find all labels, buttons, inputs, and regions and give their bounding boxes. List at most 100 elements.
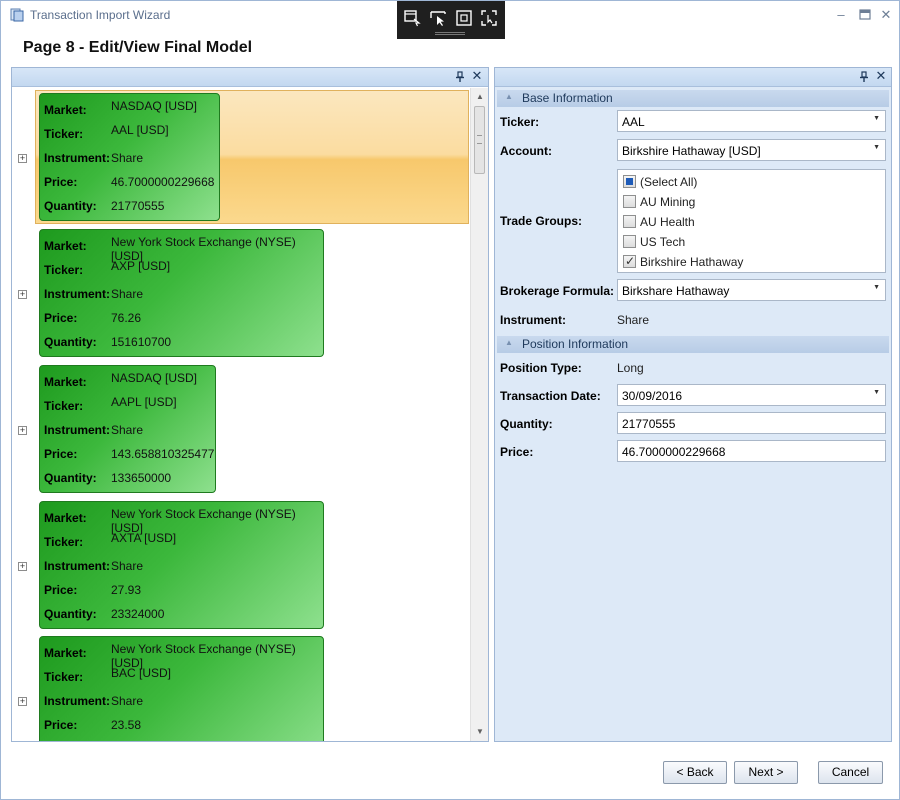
market-value: NASDAQ [USD] [111, 99, 198, 113]
quantity-value: 23324000 [111, 607, 165, 621]
list-scrollbar[interactable]: ▲ ▼ [470, 88, 488, 741]
list-item[interactable]: + Market: NASDAQ [USD] Ticker: AAPL [USD… [12, 362, 470, 496]
checkbox-partial[interactable] [623, 175, 636, 188]
ticker-label: Ticker: [44, 535, 84, 549]
quantity-field[interactable]: 21770555 [617, 412, 886, 434]
market-label: Market: [44, 375, 87, 389]
list-item[interactable]: + Market: New York Stock Exchange (NYSE)… [12, 633, 470, 741]
maximize-icon[interactable] [857, 7, 873, 23]
quantity-label: Quantity: [44, 335, 97, 349]
price-field[interactable]: 46.7000000229668 [617, 440, 886, 462]
instrument-label: Instrument: [44, 694, 110, 708]
quantity-label: Quantity: [500, 417, 553, 431]
window-title: Transaction Import Wizard [30, 8, 171, 22]
scroll-up-icon[interactable]: ▲ [475, 92, 485, 102]
detail-panel: ✕ ▲ Base Information Ticker: AAL ▼ Accou… [494, 67, 892, 742]
quantity-label: Quantity: [44, 607, 97, 621]
instrument-value: Share [111, 694, 144, 708]
page-title: Page 8 - Edit/View Final Model [23, 39, 253, 56]
expand-icon[interactable]: + [18, 426, 27, 435]
window-capture-icon[interactable] [403, 9, 421, 27]
checkbox-checked[interactable] [623, 254, 636, 268]
list-item[interactable]: + Market: NASDAQ [USD] Ticker: AAL [USD]… [12, 90, 470, 224]
expand-icon[interactable]: + [18, 154, 27, 163]
base-information-header[interactable]: ▲ Base Information [497, 90, 889, 107]
trade-groups-list: (Select All) AU Mining AU Health US Tech… [617, 169, 886, 273]
ticker-label: Ticker: [44, 399, 84, 413]
list-item[interactable]: + Market: New York Stock Exchange (NYSE)… [12, 226, 470, 360]
region-capture-icon[interactable] [455, 9, 473, 27]
instrument-label: Instrument: [44, 287, 110, 301]
next-button[interactable]: Next > [734, 761, 798, 784]
trade-list-panel: ✕ + Market: NASDAQ [USD] Ticker: AAL [US… [11, 67, 489, 742]
ticker-value: AAPL [USD] [111, 395, 177, 409]
brokerage-formula-dropdown[interactable]: Birkshare Hathaway ▼ [617, 279, 886, 301]
pointer-capture-icon[interactable] [429, 9, 447, 27]
trade-card[interactable]: Market: NASDAQ [USD] Ticker: AAPL [USD] … [39, 365, 216, 493]
instrument-value: Share [111, 559, 144, 573]
price-label: Price: [44, 311, 78, 325]
close-panel-icon[interactable]: ✕ [471, 69, 483, 83]
back-button[interactable]: < Back [663, 761, 727, 784]
price-value: 23.58 [111, 718, 142, 732]
position-type-value: Long [617, 361, 644, 375]
checkbox[interactable] [623, 215, 636, 228]
price-value: 46.7000000229668 [111, 175, 215, 189]
expand-icon[interactable]: + [18, 697, 27, 706]
transaction-date-label: Transaction Date: [500, 389, 601, 403]
trade-list: + Market: NASDAQ [USD] Ticker: AAL [USD]… [12, 88, 470, 741]
fullscreen-capture-icon[interactable] [480, 9, 498, 27]
trade-card[interactable]: Market: New York Stock Exchange (NYSE) [… [39, 501, 324, 629]
app-icon [10, 8, 24, 22]
instrument-label: Instrument: [500, 313, 566, 327]
ticker-value: AAL [USD] [111, 123, 169, 137]
expand-icon[interactable]: + [18, 562, 27, 571]
quantity-value: 133650000 [111, 471, 172, 485]
chevron-down-icon[interactable]: ▼ [873, 115, 880, 122]
instrument-label: Instrument: [44, 151, 110, 165]
chevron-down-icon[interactable]: ▼ [873, 389, 880, 396]
market-label: Market: [44, 511, 87, 525]
instrument-value: Share [111, 287, 144, 301]
pin-icon[interactable] [454, 71, 466, 83]
toolbar-grip[interactable] [435, 32, 465, 35]
trade-card[interactable]: Market: New York Stock Exchange (NYSE) [… [39, 229, 324, 357]
checkbox[interactable] [623, 195, 636, 208]
checkbox[interactable] [623, 235, 636, 248]
panel-header: ✕ [495, 68, 891, 87]
list-item[interactable]: + Market: New York Stock Exchange (NYSE)… [12, 498, 470, 632]
panel-header: ✕ [12, 68, 488, 87]
pin-icon[interactable] [858, 71, 870, 83]
ticker-value: AXP [USD] [111, 259, 171, 273]
market-label: Market: [44, 103, 87, 117]
position-information-header[interactable]: ▲ Position Information [497, 336, 889, 353]
price-label: Price: [44, 583, 78, 597]
scroll-down-icon[interactable]: ▼ [475, 727, 485, 737]
position-type-label: Position Type: [500, 361, 582, 375]
ticker-dropdown[interactable]: AAL ▼ [617, 110, 886, 132]
chevron-down-icon[interactable]: ▼ [873, 284, 880, 291]
ticker-label: Ticker: [500, 115, 540, 129]
minimize-icon[interactable]: – [833, 7, 849, 23]
price-value: 76.26 [111, 311, 142, 325]
close-window-icon[interactable]: ✕ [878, 7, 894, 23]
collapse-caret-icon[interactable]: ▲ [505, 92, 513, 101]
close-panel-icon[interactable]: ✕ [875, 69, 887, 83]
quantity-label: Quantity: [44, 471, 97, 485]
collapse-caret-icon[interactable]: ▲ [505, 338, 513, 347]
market-value: NASDAQ [USD] [111, 371, 198, 385]
transaction-date-picker[interactable]: 30/09/2016 ▼ [617, 384, 886, 406]
expand-icon[interactable]: + [18, 290, 27, 299]
price-value: 143.658810325477 [111, 447, 215, 461]
quantity-value: 21770555 [111, 199, 165, 213]
trade-card[interactable]: Market: NASDAQ [USD] Ticker: AAL [USD] I… [39, 93, 220, 221]
ticker-label: Ticker: [44, 127, 84, 141]
scroll-thumb[interactable] [474, 106, 485, 174]
trade-card[interactable]: Market: New York Stock Exchange (NYSE) [… [39, 636, 324, 741]
chevron-down-icon[interactable]: ▼ [873, 144, 880, 151]
account-dropdown[interactable]: Birkshire Hathaway [USD] ▼ [617, 139, 886, 161]
ticker-value: BAC [USD] [111, 666, 172, 680]
market-label: Market: [44, 646, 87, 660]
instrument-label: Instrument: [44, 423, 110, 437]
cancel-button[interactable]: Cancel [818, 761, 883, 784]
